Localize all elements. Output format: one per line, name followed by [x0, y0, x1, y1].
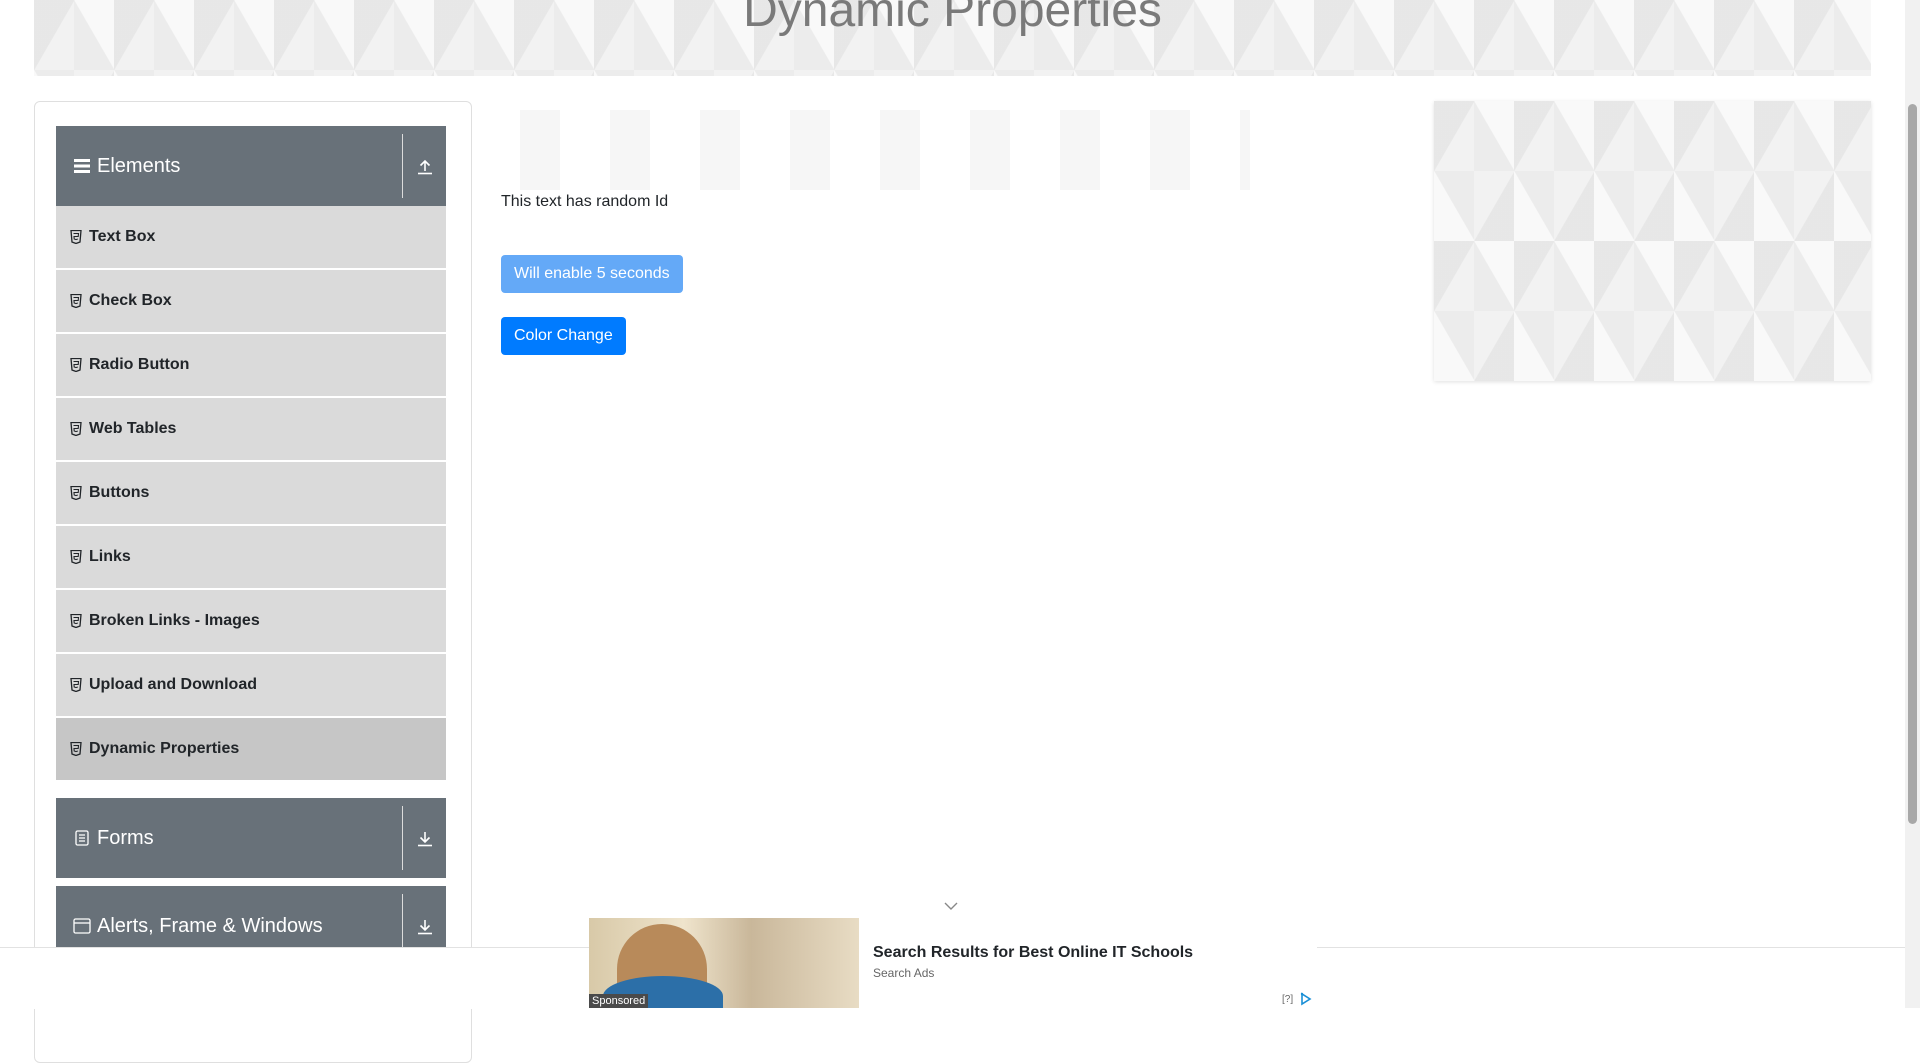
ad-title[interactable]: Search Results for Best Online IT School…	[873, 944, 1193, 962]
random-id-text: This text has random Id	[501, 193, 669, 210]
sponsored-ad[interactable]: Sponsored Search Results for Best Online…	[589, 918, 1317, 1008]
window-icon	[73, 917, 91, 935]
html5-icon	[70, 742, 82, 756]
page-banner: Dynamic Properties	[34, 0, 1871, 76]
sidebar-item[interactable]: Upload and Download	[56, 654, 446, 717]
html5-icon	[70, 294, 82, 308]
ad-subtitle: Search Ads	[873, 966, 935, 980]
group-title: Alerts, Frame & Windows	[97, 914, 323, 937]
group-header-elements[interactable]: Elements	[56, 126, 446, 206]
group-title: Forms	[97, 826, 154, 849]
sidebar-item-label: Web Tables	[89, 420, 177, 437]
sidebar-item-label: Broken Links - Images	[89, 612, 260, 629]
upload-icon[interactable]	[403, 126, 446, 206]
sidebar-item-label: Text Box	[89, 228, 156, 245]
sidebar-item[interactable]: Radio Button	[56, 334, 446, 397]
sidebar-item-label: Radio Button	[89, 356, 190, 373]
html5-icon	[70, 358, 82, 372]
sponsored-label: Sponsored	[589, 994, 649, 1008]
html5-icon	[70, 614, 82, 628]
document-icon	[73, 829, 91, 847]
faded-background-text	[520, 110, 1250, 190]
sidebar-item[interactable]: Text Box	[56, 206, 446, 269]
sidebar-item-label: Check Box	[89, 292, 172, 309]
group-header-forms[interactable]: Forms	[56, 798, 446, 878]
html5-icon	[70, 230, 82, 244]
html5-icon	[70, 678, 82, 692]
sidebar-item-label: Upload and Download	[89, 676, 257, 693]
sidebar-item[interactable]: Web Tables	[56, 398, 446, 461]
html5-icon	[70, 550, 82, 564]
ad-help-link[interactable]: [?]	[1282, 994, 1293, 1005]
html5-icon	[70, 486, 82, 500]
sidebar-item[interactable]: Links	[56, 526, 446, 589]
group-title: Elements	[97, 154, 181, 177]
ad-side-panel	[1434, 101, 1871, 381]
ad-image[interactable]: Sponsored	[589, 918, 859, 1008]
chevron-down-icon[interactable]	[943, 898, 959, 914]
sidebar-item-label: Buttons	[89, 484, 150, 501]
sidebar-item[interactable]: Dynamic Properties	[56, 718, 446, 781]
html5-icon	[70, 422, 82, 436]
enable-after-button[interactable]: Will enable 5 seconds	[501, 255, 683, 293]
page-title: Dynamic Properties	[743, 0, 1162, 37]
sidebar-item-label: Dynamic Properties	[89, 740, 240, 757]
bars-icon	[73, 157, 91, 175]
sidebar-item[interactable]: Broken Links - Images	[56, 590, 446, 653]
sidebar-item-label: Links	[89, 548, 131, 565]
color-change-button[interactable]: Color Change	[501, 317, 626, 355]
scrollbar-thumb[interactable]	[1908, 104, 1917, 824]
sidebar-item[interactable]: Buttons	[56, 462, 446, 525]
download-icon[interactable]	[403, 798, 446, 878]
adchoices-icon[interactable]	[1299, 992, 1313, 1006]
sidebar-item[interactable]: Check Box	[56, 270, 446, 333]
